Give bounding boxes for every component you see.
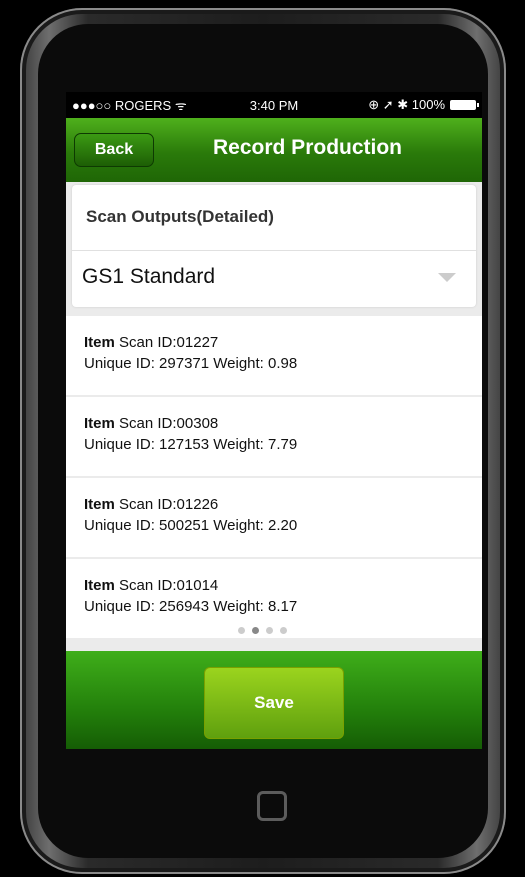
home-button[interactable] [257,791,287,821]
battery-icon [450,100,480,110]
page-dot [266,627,273,634]
page-title: Record Production [213,136,403,159]
page-dot-active [252,627,259,634]
item-prefix: Item [84,577,115,594]
item-prefix: Item [84,334,115,351]
scan-output-card: Scan Outputs(Detailed) GS1 Standard [72,185,476,307]
item-detail: Unique ID: 500251 Weight: 2.20 [84,517,298,534]
scan-format-select[interactable]: GS1 Standard [72,250,476,306]
item-prefix: Item [84,496,115,513]
item-list: Item Scan ID:01227 Unique ID: 297371 Wei… [66,316,482,640]
status-icons: ⊕ ➚ ✱ 100% [368,97,446,112]
content-area: Scan Outputs(Detailed) GS1 Standard Item… [66,182,482,651]
item-prefix: Item [84,415,115,432]
item-detail: Unique ID: 297371 Weight: 0.98 [84,355,298,372]
nav-bar: Back Record Production [66,118,482,183]
list-item[interactable]: Item Scan ID:00308 Unique ID: 127153 Wei… [66,397,482,476]
footer-bar: Save [66,651,482,749]
chevron-down-icon [438,273,456,282]
item-scan-id: Scan ID:00308 [119,415,219,432]
scan-format-value: GS1 Standard [82,265,216,288]
item-detail: Unique ID: 127153 Weight: 7.79 [84,436,298,453]
status-right: ⊕ ➚ ✱ 100% [341,97,480,113]
page-dot [238,627,245,634]
page-indicator [238,627,287,634]
back-button[interactable]: Back [74,133,154,167]
carrier-label: ●●●○○ ROGERS ᯤ [72,98,187,113]
screen: ●●●○○ ROGERS ᯤ 3:40 PM ⊕ ➚ ✱ 100% Back R… [66,92,482,749]
item-scan-id: Scan ID:01226 [119,496,219,513]
scan-output-label: Scan Outputs(Detailed) [86,207,274,226]
save-button[interactable]: Save [204,667,344,739]
item-scan-id: Scan ID:01227 [119,334,219,351]
page-dot [280,627,287,634]
status-bar: ●●●○○ ROGERS ᯤ 3:40 PM ⊕ ➚ ✱ 100% [66,92,482,118]
item-detail: Unique ID: 256943 Weight: 8.17 [84,598,298,615]
list-item[interactable]: Item Scan ID:01226 Unique ID: 500251 Wei… [66,478,482,557]
item-scan-id: Scan ID:01014 [119,577,219,594]
status-time: 3:40 PM [249,97,299,113]
list-item[interactable]: Item Scan ID:01227 Unique ID: 297371 Wei… [66,316,482,395]
